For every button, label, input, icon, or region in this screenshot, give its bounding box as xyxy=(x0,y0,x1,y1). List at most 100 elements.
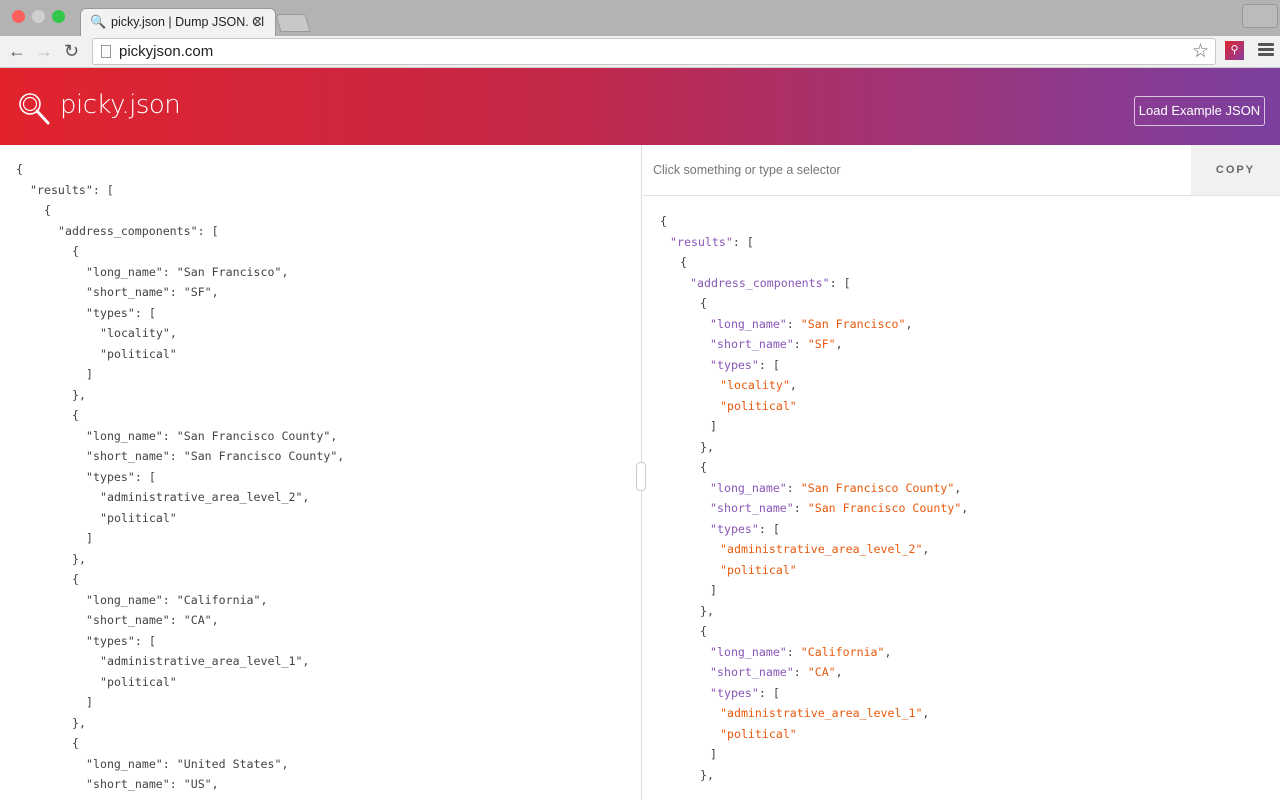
json-line[interactable]: }, xyxy=(660,437,968,458)
json-line[interactable]: "short_name": "SF", xyxy=(16,282,344,303)
json-line[interactable]: "types": [ xyxy=(16,467,344,488)
json-line[interactable]: "long_name": "San Francisco County", xyxy=(16,426,344,447)
json-line[interactable]: ] xyxy=(660,744,968,765)
json-line[interactable]: "results": [ xyxy=(660,232,968,253)
load-example-json-button[interactable]: Load Example JSON xyxy=(1134,96,1265,126)
selector-input[interactable] xyxy=(643,145,1191,196)
json-key[interactable]: "long_name" xyxy=(710,481,787,495)
json-line[interactable]: "types": [ xyxy=(660,683,968,704)
json-line[interactable]: "types": [ xyxy=(660,519,968,540)
json-line[interactable]: "locality", xyxy=(16,323,344,344)
json-line[interactable]: "administrative_area_level_1", xyxy=(16,651,344,672)
json-key[interactable]: "short_name" xyxy=(710,337,794,351)
json-line[interactable]: { xyxy=(16,241,344,262)
json-line[interactable]: { xyxy=(16,159,344,180)
json-value[interactable]: "California" xyxy=(801,645,885,659)
json-line[interactable]: }, xyxy=(16,713,344,734)
json-key[interactable]: "short_name" xyxy=(710,665,794,679)
json-value[interactable]: "San Francisco" xyxy=(177,265,282,279)
json-value[interactable]: "SF" xyxy=(184,285,212,299)
json-value[interactable]: "San Francisco County" xyxy=(177,429,331,443)
json-line[interactable]: "administrative_area_level_2", xyxy=(660,539,968,560)
json-line[interactable]: "results": [ xyxy=(16,180,344,201)
json-line[interactable]: "address_components": [ xyxy=(660,273,968,294)
json-value[interactable]: "San Francisco County" xyxy=(801,481,955,495)
json-line[interactable]: { xyxy=(660,457,968,478)
json-line[interactable]: ] xyxy=(660,580,968,601)
json-line[interactable]: { xyxy=(16,200,344,221)
json-line[interactable]: ] xyxy=(16,364,344,385)
json-key[interactable]: "types" xyxy=(710,686,759,700)
json-key[interactable]: "results" xyxy=(670,235,733,249)
json-line[interactable]: { xyxy=(16,733,344,754)
json-line[interactable]: "short_name": "San Francisco County", xyxy=(16,446,344,467)
json-input-panel[interactable]: {"results": [{"address_components": [{"l… xyxy=(0,145,642,800)
json-value[interactable]: "administrative_area_level_2" xyxy=(100,490,302,504)
maximize-window-button[interactable] xyxy=(52,10,65,23)
json-line[interactable]: "long_name": "San Francisco", xyxy=(16,262,344,283)
json-key[interactable]: "short_name" xyxy=(86,777,170,791)
json-key[interactable]: "types" xyxy=(86,306,135,320)
json-key[interactable]: "short_name" xyxy=(86,449,170,463)
json-value[interactable]: "administrative_area_level_2" xyxy=(720,542,922,556)
json-line[interactable]: "long_name": "California", xyxy=(16,590,344,611)
json-line[interactable]: "political" xyxy=(16,508,344,529)
json-line[interactable]: { xyxy=(660,252,968,273)
json-key[interactable]: "long_name" xyxy=(86,757,163,771)
json-key[interactable]: "long_name" xyxy=(86,593,163,607)
json-line[interactable]: ] xyxy=(660,416,968,437)
json-line[interactable]: "short_name": "CA", xyxy=(660,662,968,683)
browser-tab[interactable]: 🔍 picky.json | Dump JSON. Cl ✕ xyxy=(80,8,276,36)
json-line[interactable]: "address_components": [ xyxy=(16,221,344,242)
json-value[interactable]: "political" xyxy=(100,511,177,525)
json-line[interactable]: "types": [ xyxy=(16,303,344,324)
json-value[interactable]: "California" xyxy=(177,593,261,607)
json-value[interactable]: "locality" xyxy=(720,378,790,392)
new-tab-button[interactable] xyxy=(275,14,311,32)
json-value[interactable]: "political" xyxy=(100,347,177,361)
json-line[interactable]: "types": [ xyxy=(660,355,968,376)
json-line[interactable]: "long_name": "San Francisco", xyxy=(660,314,968,335)
json-input-editor[interactable]: {"results": [{"address_components": [{"l… xyxy=(16,159,344,795)
json-line[interactable]: "administrative_area_level_2", xyxy=(16,487,344,508)
reload-icon[interactable]: ↻ xyxy=(64,41,79,62)
json-line[interactable]: { xyxy=(660,293,968,314)
json-line[interactable]: }, xyxy=(16,549,344,570)
copy-button[interactable]: COPY xyxy=(1191,145,1280,196)
json-key[interactable]: "types" xyxy=(86,470,135,484)
close-tab-icon[interactable]: ✕ xyxy=(253,14,263,29)
json-line[interactable]: "political" xyxy=(660,396,968,417)
json-line[interactable]: }, xyxy=(660,601,968,622)
json-line[interactable]: "long_name": "California", xyxy=(660,642,968,663)
json-value[interactable]: "San Francisco County" xyxy=(808,501,962,515)
json-key[interactable]: "long_name" xyxy=(710,317,787,331)
profile-button[interactable] xyxy=(1242,4,1278,28)
forward-arrow-icon[interactable]: → xyxy=(35,41,53,62)
json-value[interactable]: "administrative_area_level_1" xyxy=(720,706,922,720)
json-key[interactable]: "address_components" xyxy=(58,224,198,238)
json-line[interactable]: }, xyxy=(660,765,968,786)
json-value[interactable]: "administrative_area_level_1" xyxy=(100,654,302,668)
json-line[interactable]: "administrative_area_level_1", xyxy=(660,703,968,724)
bookmark-star-icon[interactable]: ☆ xyxy=(1192,40,1209,63)
picky-extension-icon[interactable]: ⚲ xyxy=(1225,41,1244,60)
json-line[interactable]: "short_name": "SF", xyxy=(660,334,968,355)
json-key[interactable]: "long_name" xyxy=(710,645,787,659)
json-key[interactable]: "results" xyxy=(30,183,93,197)
json-line[interactable]: "types": [ xyxy=(16,631,344,652)
json-value[interactable]: "San Francisco County" xyxy=(184,449,338,463)
json-line[interactable]: "political" xyxy=(660,560,968,581)
json-value[interactable]: "CA" xyxy=(808,665,836,679)
menu-icon[interactable] xyxy=(1258,43,1274,58)
json-line[interactable]: ] xyxy=(16,528,344,549)
json-value[interactable]: "political" xyxy=(720,563,797,577)
json-line[interactable]: "short_name": "San Francisco County", xyxy=(660,498,968,519)
json-line[interactable]: "long_name": "United States", xyxy=(16,754,344,775)
json-line[interactable]: "locality", xyxy=(660,375,968,396)
json-line[interactable]: { xyxy=(16,569,344,590)
json-value[interactable]: "San Francisco" xyxy=(801,317,906,331)
json-line[interactable]: }, xyxy=(16,385,344,406)
json-key[interactable]: "long_name" xyxy=(86,429,163,443)
address-bar[interactable]: pickyjson.com ☆ xyxy=(92,38,1216,65)
json-line[interactable]: "political" xyxy=(16,344,344,365)
